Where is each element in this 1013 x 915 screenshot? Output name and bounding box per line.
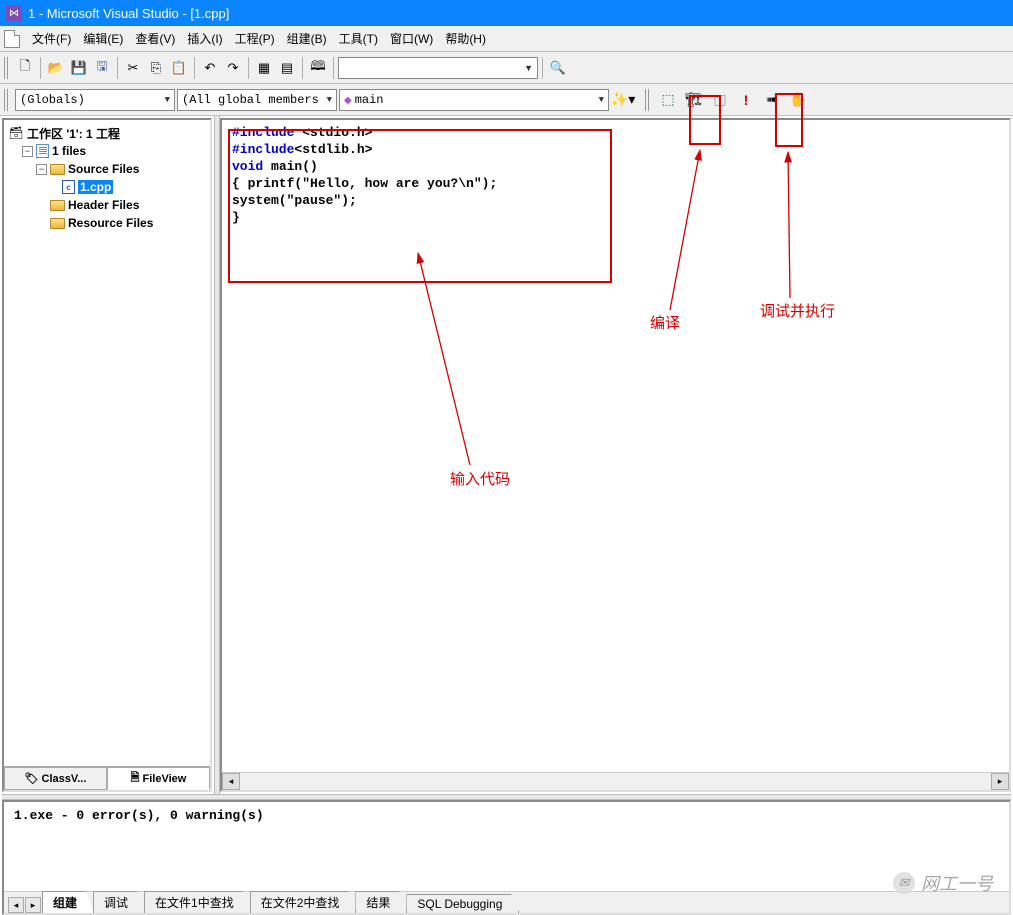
standard-toolbar: 🗋 📂 💾 🖫 ✂ ⎘ 📋 ↶ ↷ ▦ ▤ 🕮 ▼ 🔍	[0, 52, 1013, 84]
output-tab-find2[interactable]: 在文件2中查找	[250, 891, 357, 913]
cut-icon[interactable]: ✂	[122, 57, 144, 79]
code-editor[interactable]: #include <stdio.h> #include<stdlib.h> vo…	[220, 118, 1011, 792]
menu-file[interactable]: 文件(F)	[26, 27, 77, 50]
copy-icon[interactable]: ⎘	[145, 57, 167, 79]
annotation-debug-run: 调试并执行	[760, 300, 835, 321]
menu-window[interactable]: 窗口(W)	[384, 27, 439, 50]
menu-project[interactable]: 工程(P)	[229, 27, 281, 50]
redo-icon[interactable]: ↷	[222, 57, 244, 79]
workspace-icon: 🗃	[8, 126, 24, 140]
breakpoint-icon[interactable]: ✋	[786, 88, 810, 112]
diamond-icon: ◆	[344, 96, 352, 107]
fileview-icon: 🗎	[131, 769, 140, 788]
file-tree[interactable]: 🗃 工作区 '1': 1 工程 − 1 files − Source Files…	[4, 120, 210, 766]
chevron-down-icon: ▼	[327, 95, 332, 105]
annotation-compile: 编译	[650, 312, 680, 333]
toolbar2-grip2[interactable]	[645, 89, 651, 111]
find-combo[interactable]: ▼	[338, 57, 538, 79]
tree-file-1cpp[interactable]: c 1.cpp	[8, 178, 206, 196]
output-tab-sql[interactable]: SQL Debugging	[406, 894, 519, 913]
function-value: main	[355, 93, 384, 107]
collapse-icon[interactable]: −	[22, 146, 33, 157]
members-value: (All global members	[182, 93, 319, 107]
chevron-down-icon: ▼	[524, 63, 533, 73]
tab-fileview[interactable]: 🗎FileView	[107, 767, 210, 790]
cpp-file-icon: c	[62, 180, 75, 194]
watermark: ✉ 网工一号	[893, 870, 993, 896]
menu-insert[interactable]: 插入(I)	[181, 27, 228, 50]
document-icon	[4, 30, 20, 48]
build-button[interactable]: 🏗	[682, 88, 706, 112]
find-icon[interactable]: 🔍	[547, 57, 569, 79]
paste-icon[interactable]: 📋	[168, 57, 190, 79]
wizard-bar: (Globals) ▼ (All global members ▼ ◆main …	[0, 84, 1013, 116]
tree-resource-folder[interactable]: Resource Files	[8, 214, 206, 232]
workspace-sidebar: 🗃 工作区 '1': 1 工程 − 1 files − Source Files…	[2, 118, 212, 792]
tree-workspace[interactable]: 🗃 工作区 '1': 1 工程	[8, 124, 206, 142]
save-all-icon[interactable]: 🖫	[91, 57, 113, 79]
collapse-icon[interactable]: −	[36, 164, 47, 175]
function-combo[interactable]: ◆main ▼	[339, 89, 609, 111]
bookmark-icon[interactable]: 🕮	[307, 57, 329, 79]
menu-bar: 文件(F) 编辑(E) 查看(V) 插入(I) 工程(P) 组建(B) 工具(T…	[0, 26, 1013, 52]
output-tab-prev-icon[interactable]: ◂	[8, 897, 24, 913]
new-file-icon[interactable]: 🗋	[14, 57, 36, 79]
output-tabs: ◂ ▸ 组建 调试 在文件1中查找 在文件2中查找 结果 SQL Debuggi…	[4, 891, 1009, 913]
menu-build[interactable]: 组建(B)	[281, 27, 333, 50]
save-icon[interactable]: 💾	[68, 57, 90, 79]
editor-hscrollbar[interactable]: ◂ ▸	[222, 772, 1009, 790]
folder-icon	[50, 200, 65, 211]
chevron-down-icon: ▼	[599, 95, 604, 105]
chevron-down-icon: ▼	[165, 95, 170, 105]
sidebar-tabs: 🏷ClassV... 🗎FileView	[4, 766, 210, 790]
scope-value: (Globals)	[20, 93, 85, 107]
output-tab-find1[interactable]: 在文件1中查找	[144, 891, 251, 913]
project-icon	[36, 144, 49, 158]
vs-logo-icon: ⋈	[6, 5, 22, 21]
tab-classview[interactable]: 🏷ClassV...	[4, 767, 107, 790]
code-content[interactable]: #include <stdio.h> #include<stdlib.h> vo…	[222, 120, 1009, 230]
compile-button[interactable]: ⬚	[656, 88, 680, 112]
annotation-input-code: 输入代码	[450, 468, 510, 489]
folder-icon	[50, 164, 65, 175]
workspace-icon[interactable]: ▦	[253, 57, 275, 79]
classview-icon: 🏷	[25, 772, 39, 785]
tree-project[interactable]: − 1 files	[8, 142, 206, 160]
output-tab-build[interactable]: 组建	[42, 891, 94, 913]
menu-edit[interactable]: 编辑(E)	[77, 27, 129, 50]
menu-view[interactable]: 查看(V)	[129, 27, 181, 50]
toolbar2-grip[interactable]	[4, 89, 10, 111]
stop-build-icon[interactable]: ◫	[708, 88, 732, 112]
title-bar: ⋈ 1 - Microsoft Visual Studio - [1.cpp]	[0, 0, 1013, 26]
scroll-right-icon[interactable]: ▸	[991, 773, 1009, 790]
scroll-left-icon[interactable]: ◂	[222, 773, 240, 790]
tree-source-folder[interactable]: − Source Files	[8, 160, 206, 178]
undo-icon[interactable]: ↶	[199, 57, 221, 79]
go-icon[interactable]: ➠	[760, 88, 784, 112]
toolbar-grip[interactable]	[4, 57, 10, 79]
menu-help[interactable]: 帮助(H)	[439, 27, 492, 50]
wizard-action-icon[interactable]: ✨▾	[611, 88, 635, 112]
window-title: 1 - Microsoft Visual Studio - [1.cpp]	[28, 6, 229, 21]
output-tab-results[interactable]: 结果	[355, 891, 407, 913]
main-area: 🗃 工作区 '1': 1 工程 − 1 files − Source Files…	[0, 116, 1013, 794]
tree-header-folder[interactable]: Header Files	[8, 196, 206, 214]
wechat-icon: ✉	[893, 872, 915, 894]
members-combo[interactable]: (All global members ▼	[177, 89, 337, 111]
output-text[interactable]: 1.exe - 0 error(s), 0 warning(s)	[4, 802, 1009, 891]
execute-button[interactable]: !	[734, 88, 758, 112]
output-panel: 1.exe - 0 error(s), 0 warning(s) ◂ ▸ 组建 …	[2, 800, 1011, 915]
menu-tools[interactable]: 工具(T)	[333, 27, 384, 50]
folder-icon	[50, 218, 65, 229]
open-icon[interactable]: 📂	[45, 57, 67, 79]
scope-combo[interactable]: (Globals) ▼	[15, 89, 175, 111]
output-tab-next-icon[interactable]: ▸	[25, 897, 41, 913]
output-tab-debug[interactable]: 调试	[93, 891, 145, 913]
output-window-icon[interactable]: ▤	[276, 57, 298, 79]
